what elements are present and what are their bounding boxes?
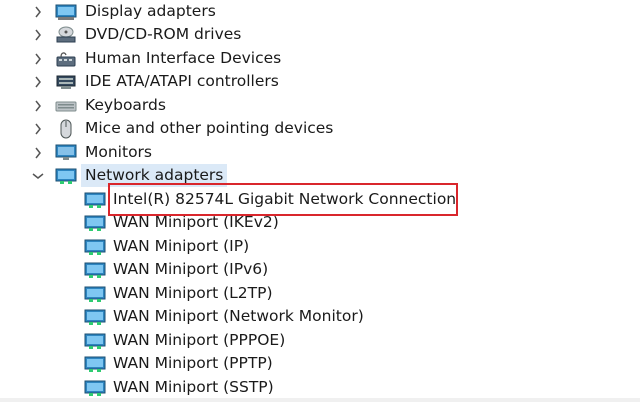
network-adapter-icon [84, 284, 106, 304]
tree-item-monitors[interactable]: Monitors [0, 141, 640, 164]
tree-child-label: WAN Miniport (SSTP) [113, 378, 274, 396]
tree-child-label: WAN Miniport (PPTP) [113, 354, 273, 372]
tree-item-label: Mice and other pointing devices [85, 119, 334, 137]
network-adapter-icon [84, 237, 106, 257]
tree-child-label: WAN Miniport (PPPOE) [113, 331, 286, 349]
chevron-right-icon[interactable] [32, 47, 44, 70]
display-adapter-icon [55, 2, 77, 22]
chevron-right-icon[interactable] [32, 0, 44, 23]
network-adapter-icon [84, 331, 106, 351]
network-adapter-icon [84, 354, 106, 374]
network-adapter-icon [84, 213, 106, 233]
tree-item-mice[interactable]: Mice and other pointing devices [0, 117, 640, 140]
tree-item-label: IDE ATA/ATAPI controllers [85, 72, 279, 90]
ide-controller-icon [55, 72, 77, 92]
tree-child-item[interactable]: WAN Miniport (PPTP) [0, 352, 640, 375]
scroll-edge [0, 398, 640, 402]
chevron-down-icon[interactable] [32, 164, 44, 187]
hid-icon [55, 49, 77, 69]
chevron-right-icon[interactable] [32, 23, 44, 46]
network-adapter-icon [84, 378, 106, 398]
tree-item-label: Monitors [85, 143, 152, 161]
tree-child-item[interactable]: WAN Miniport (SSTP) [0, 376, 640, 399]
network-adapter-icon [84, 190, 106, 210]
highlight-box [108, 183, 458, 216]
tree-child-item[interactable]: WAN Miniport (L2TP) [0, 282, 640, 305]
chevron-right-icon[interactable] [32, 141, 44, 164]
tree-child-label: WAN Miniport (L2TP) [113, 284, 273, 302]
tree-child-label: WAN Miniport (Network Monitor) [113, 307, 364, 325]
chevron-right-icon[interactable] [32, 94, 44, 117]
tree-child-item[interactable]: WAN Miniport (Network Monitor) [0, 305, 640, 328]
tree-item-ide-controllers[interactable]: IDE ATA/ATAPI controllers [0, 70, 640, 93]
tree-item-label: Display adapters [85, 2, 216, 20]
chevron-right-icon[interactable] [32, 117, 44, 140]
tree-child-item[interactable]: WAN Miniport (IPv6) [0, 258, 640, 281]
chevron-right-icon[interactable] [32, 70, 44, 93]
tree-item-keyboards[interactable]: Keyboards [0, 94, 640, 117]
network-adapter-icon [55, 166, 77, 186]
dvd-drive-icon [55, 25, 77, 45]
tree-item-label: Human Interface Devices [85, 49, 282, 67]
network-adapter-icon [84, 260, 106, 280]
mouse-icon [55, 119, 77, 139]
tree-child-item[interactable]: WAN Miniport (PPPOE) [0, 329, 640, 352]
monitor-icon [55, 143, 77, 163]
tree-item-label: Keyboards [85, 96, 166, 114]
tree-item-display-adapters[interactable]: Display adapters [0, 0, 640, 23]
tree-item-label: DVD/CD-ROM drives [85, 25, 242, 43]
tree-item-dvd-drives[interactable]: DVD/CD-ROM drives [0, 23, 640, 46]
tree-child-label: WAN Miniport (IP) [113, 237, 250, 255]
tree-item-human-interface-devices[interactable]: Human Interface Devices [0, 47, 640, 70]
tree-child-item[interactable]: WAN Miniport (IP) [0, 235, 640, 258]
tree-child-label: WAN Miniport (IPv6) [113, 260, 269, 278]
keyboard-icon [55, 96, 77, 116]
network-adapter-icon [84, 307, 106, 327]
